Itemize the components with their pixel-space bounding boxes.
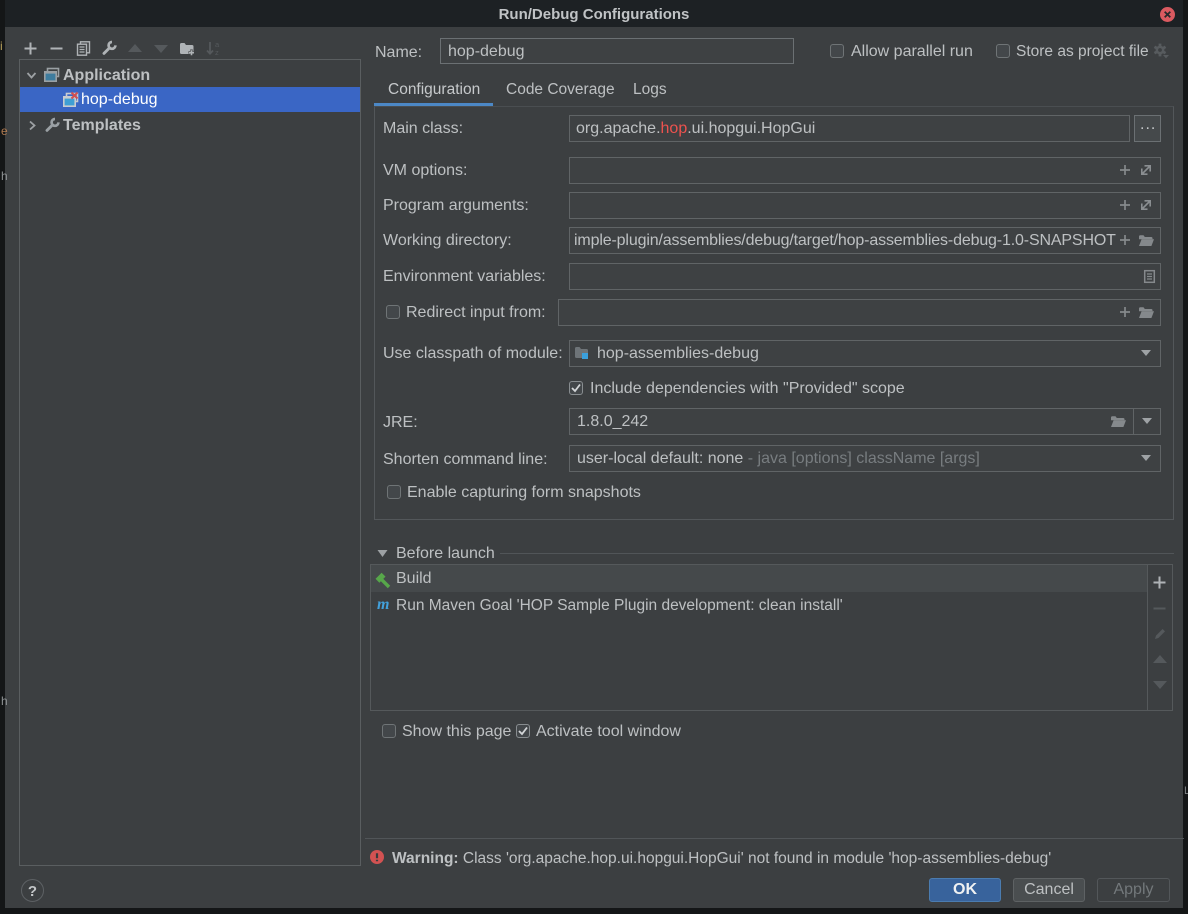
svg-text:z: z (215, 48, 219, 57)
